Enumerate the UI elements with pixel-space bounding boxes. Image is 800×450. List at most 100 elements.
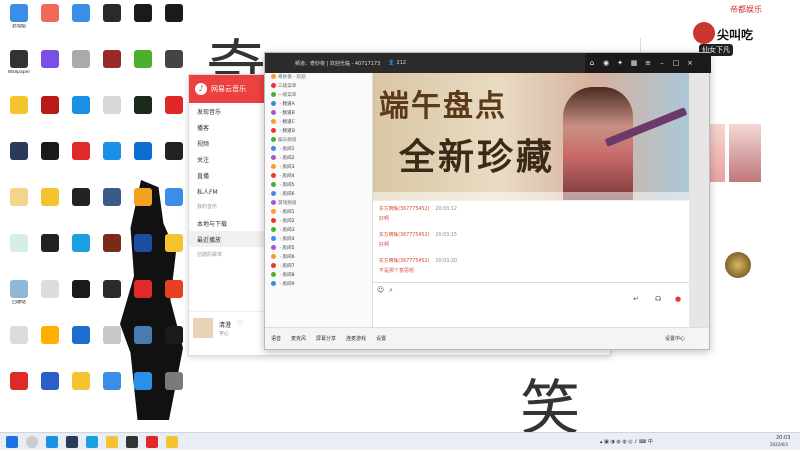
settings-center-button[interactable]: 设置中心: [665, 335, 685, 342]
message-sender[interactable]: 东方明珠(367775452): [379, 259, 429, 264]
channel-row[interactable]: · 房间4: [265, 172, 372, 181]
desktop-shortcut[interactable]: [95, 188, 129, 226]
music-sidebar-item[interactable]: 我的音乐: [189, 199, 264, 215]
search-icon[interactable]: ⌕: [389, 286, 393, 295]
channel-row[interactable]: 奇妙夜 - 欢迎: [265, 73, 372, 82]
desktop-shortcut[interactable]: [33, 96, 67, 134]
thumbnail[interactable]: [729, 124, 761, 182]
start-icon[interactable]: [6, 436, 18, 448]
desktop-shortcut[interactable]: [64, 326, 98, 364]
home-icon[interactable]: ⌂: [585, 57, 599, 69]
gamepad-icon[interactable]: ✦: [613, 57, 627, 69]
game-icon[interactable]: [126, 436, 138, 448]
desktop-shortcut[interactable]: [126, 234, 160, 272]
channel-row[interactable]: · 房间3: [265, 163, 372, 172]
channel-row[interactable]: · 频道D: [265, 127, 372, 136]
desktop-shortcut[interactable]: [2, 372, 36, 410]
desktop-shortcut[interactable]: [33, 188, 67, 226]
close-icon[interactable]: ×: [683, 57, 697, 69]
desktop-shortcut[interactable]: [157, 142, 191, 180]
music-sidebar-item[interactable]: 私人FM: [189, 183, 264, 199]
desktop-shortcut[interactable]: 回收站: [2, 280, 36, 318]
yy-chat-window[interactable]: 频道：奇妙夜 | 欢迎光临 - 40717173 👤 212 ⌂ ◉ ✦ ▦ ≡…: [264, 52, 711, 350]
music-sidebar-item[interactable]: 关注: [189, 151, 264, 167]
desktop-shortcut[interactable]: [95, 4, 129, 42]
channel-row[interactable]: · 频道C: [265, 118, 372, 127]
song-name[interactable]: 清澄: [219, 320, 231, 329]
heart-icon[interactable]: ♡: [237, 319, 243, 327]
channel-row[interactable]: 游戏频道: [265, 199, 372, 208]
emoji-icon[interactable]: ☺: [377, 286, 384, 294]
desktop-shortcut[interactable]: [157, 4, 191, 42]
desktop-shortcut[interactable]: [126, 96, 160, 134]
maximize-icon[interactable]: □: [669, 57, 683, 69]
bottom-bar-item[interactable]: 屏幕分享: [316, 335, 336, 342]
channel-row[interactable]: · 房间6: [265, 190, 372, 199]
channel-row[interactable]: · 房间6: [265, 253, 372, 262]
channel-row[interactable]: · 房间1: [265, 145, 372, 154]
music-sidebar-item[interactable]: 本地与下载: [189, 215, 264, 231]
desktop-shortcut[interactable]: [64, 4, 98, 42]
desktop-shortcut[interactable]: [126, 4, 160, 42]
desktop-shortcut[interactable]: [33, 326, 67, 364]
desktop-shortcut[interactable]: [2, 234, 36, 272]
channel-row[interactable]: · 房间8: [265, 271, 372, 280]
desktop-shortcut[interactable]: [95, 280, 129, 318]
desktop-shortcut[interactable]: [95, 234, 129, 272]
desktop-shortcut[interactable]: [126, 188, 160, 226]
desktop-shortcut[interactable]: [95, 372, 129, 410]
music-sidebar-item[interactable]: 播客: [189, 119, 264, 135]
game-badge[interactable]: [725, 252, 751, 278]
music-sidebar-item[interactable]: 直播: [189, 167, 264, 183]
desktop-shortcut[interactable]: [2, 188, 36, 226]
desktop-shortcut[interactable]: [95, 326, 129, 364]
desktop-shortcut[interactable]: [157, 280, 191, 318]
mic-icon[interactable]: ●: [675, 295, 681, 303]
desktop-shortcut[interactable]: [126, 280, 160, 318]
desktop-shortcut[interactable]: [33, 372, 67, 410]
tray-icons[interactable]: ▴ ▣ ◑ ◍ ◍ ◎ ♪ ⌨ 中: [600, 438, 653, 445]
music-sidebar-item[interactable]: 视频: [189, 135, 264, 151]
channel-row[interactable]: · 房间2: [265, 154, 372, 163]
desktop-shortcut[interactable]: [157, 50, 191, 88]
desktop-shortcut[interactable]: [2, 142, 36, 180]
channel-row[interactable]: · 房间9: [265, 280, 372, 289]
yy-icon[interactable]: [106, 436, 118, 448]
steam-icon[interactable]: [66, 436, 78, 448]
bottom-bar-item[interactable]: 连麦游戏: [346, 335, 366, 342]
channel-row[interactable]: · 房间4: [265, 235, 372, 244]
music-sidebar-item[interactable]: 最近播放: [189, 231, 264, 247]
desktop-shortcut[interactable]: [33, 50, 67, 88]
desktop-shortcut[interactable]: [64, 142, 98, 180]
desktop-shortcut[interactable]: [64, 372, 98, 410]
channel-row[interactable]: 娱乐频道: [265, 136, 372, 145]
desktop-shortcut[interactable]: [33, 280, 67, 318]
channel-row[interactable]: · 房间3: [265, 226, 372, 235]
desktop-shortcut[interactable]: [2, 326, 36, 364]
send-icon[interactable]: ↵: [633, 295, 639, 303]
desktop-shortcut[interactable]: [157, 234, 191, 272]
folder-icon[interactable]: [166, 436, 178, 448]
channel-row[interactable]: · 房间7: [265, 262, 372, 271]
music-sidebar-item[interactable]: 发现音乐: [189, 103, 264, 119]
game-icon[interactable]: ◉: [599, 57, 613, 69]
desktop-shortcut[interactable]: [157, 326, 191, 364]
channel-row[interactable]: · 频道A: [265, 100, 372, 109]
desktop-shortcut[interactable]: [126, 142, 160, 180]
desktop-shortcut[interactable]: [157, 188, 191, 226]
desktop-shortcut[interactable]: [64, 96, 98, 134]
bottom-bar-item[interactable]: 设置: [376, 335, 386, 342]
channel-row[interactable]: 一级菜单: [265, 91, 372, 100]
channel-row[interactable]: · 频道B: [265, 109, 372, 118]
bottom-bar-item[interactable]: 麦克风: [291, 335, 306, 342]
desktop-shortcut[interactable]: [33, 234, 67, 272]
desktop-shortcut[interactable]: [64, 234, 98, 272]
event-banner[interactable]: 端午盘点 全新珍藏: [373, 73, 691, 200]
desktop-shortcut[interactable]: [126, 372, 160, 410]
menu-icon[interactable]: ≡: [641, 57, 655, 69]
edge-icon[interactable]: [46, 436, 58, 448]
album-cover[interactable]: [193, 318, 213, 338]
search-icon[interactable]: [26, 436, 38, 448]
chat-input[interactable]: [393, 295, 623, 307]
desktop-shortcut[interactable]: [126, 50, 160, 88]
